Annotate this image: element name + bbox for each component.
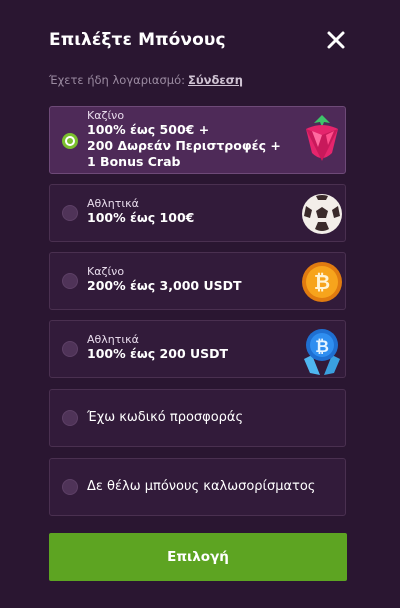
radio-button-selected[interactable] <box>62 133 78 149</box>
promo-code-label: Έχω κωδικό προσφοράς <box>87 410 244 425</box>
svg-text:₿: ₿ <box>314 270 330 294</box>
close-icon[interactable] <box>326 30 346 50</box>
option-category: Καζίνο <box>87 109 125 122</box>
radio-button[interactable] <box>62 273 78 289</box>
page-title: Επιλέξτε Μπόνους <box>49 30 226 50</box>
radio-button[interactable] <box>62 410 78 426</box>
option-description-line: 100% έως 500€ + <box>87 122 210 137</box>
option-description-line: 100% έως 100€ <box>87 210 195 225</box>
login-link[interactable]: Σύνδεση <box>188 73 243 87</box>
radio-button[interactable] <box>62 341 78 357</box>
radio-button[interactable] <box>62 205 78 221</box>
no-bonus-label: Δε θέλω μπόνους καλωσορίσματος <box>87 479 316 494</box>
radio-button[interactable] <box>62 479 78 495</box>
select-button[interactable]: Επιλογή <box>49 533 347 581</box>
login-prompt: Έχετε ήδη λογαριασμό: Σύνδεση <box>49 73 243 87</box>
option-category: Αθλητικά <box>87 333 139 346</box>
soccer-ball-icon <box>302 194 342 234</box>
svg-text:₿: ₿ <box>315 337 329 357</box>
option-description-line: 100% έως 200 USDT <box>87 346 229 361</box>
bitcoin-coin-icon: ₿ <box>302 262 342 302</box>
no-bonus-option[interactable]: Δε θέλω μπόνους καλωσορίσματος <box>49 458 346 516</box>
option-description-line: 200 Δωρεάν Περιστροφές + <box>87 138 281 153</box>
promo-code-option[interactable]: Έχω κωδικό προσφοράς <box>49 389 346 447</box>
bitcoin-crystal-icon: ₿ <box>304 329 340 375</box>
strawberry-icon <box>306 115 338 161</box>
login-prompt-text: Έχετε ήδη λογαριασμό: <box>49 73 186 87</box>
bonus-option-sports-100[interactable]: Αθλητικά 100% έως 100€ <box>49 184 346 242</box>
option-category: Καζίνο <box>87 265 125 278</box>
option-category: Αθλητικά <box>87 197 139 210</box>
option-description-line: 200% έως 3,000 USDT <box>87 278 242 293</box>
bonus-option-casino-usdt[interactable]: Καζίνο 200% έως 3,000 USDT ₿ <box>49 252 346 310</box>
option-description-line: 1 Bonus Crab <box>87 154 181 169</box>
bonus-option-sports-usdt[interactable]: Αθλητικά 100% έως 200 USDT ₿ <box>49 320 346 378</box>
bonus-option-casino-500[interactable]: Καζίνο 100% έως 500€ + 200 Δωρεάν Περιστ… <box>49 106 346 174</box>
